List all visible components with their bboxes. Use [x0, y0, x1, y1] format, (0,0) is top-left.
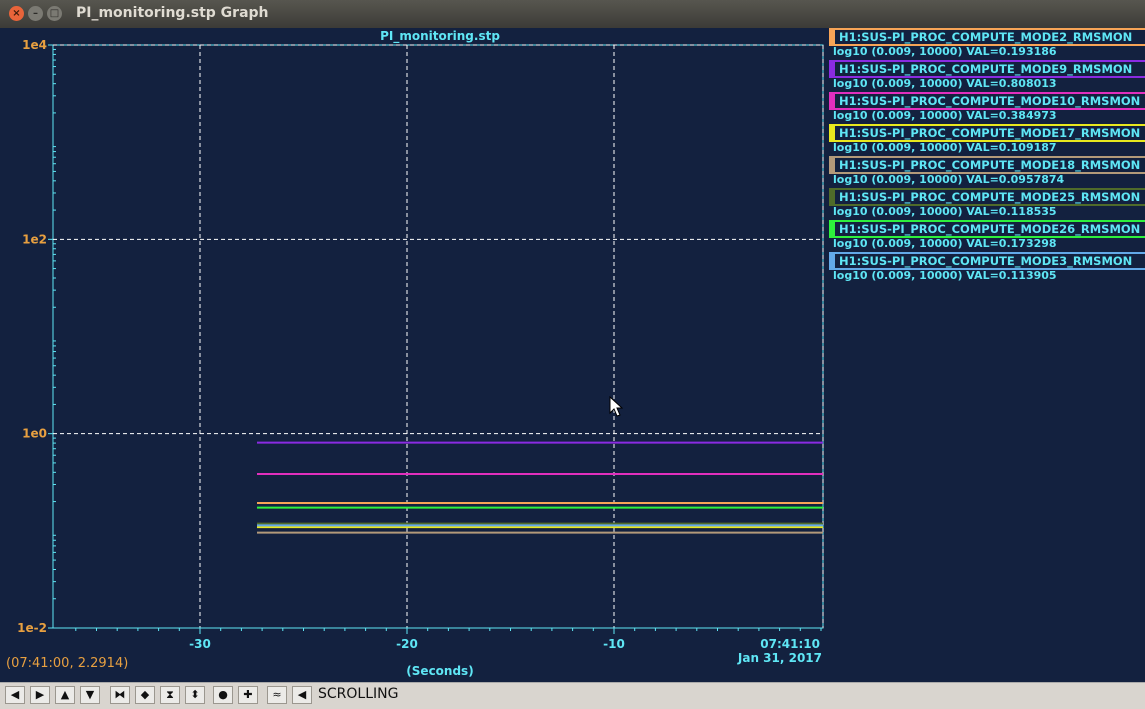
legend-series-name[interactable]: H1:SUS-PI_PROC_COMPUTE_MODE10_RMSMON: [829, 92, 1145, 110]
legend-series-name[interactable]: H1:SUS-PI_PROC_COMPUTE_MODE18_RMSMON: [829, 156, 1145, 174]
minimize-icon[interactable]: –: [28, 6, 43, 21]
plot-area[interactable]: 1e4 1e2 1e0 1e-2 -30 -20 -10 PI_monitoring.stp 0…: [0, 28, 1145, 682]
legend-series-scale: log10 (0.009, 10000) VAL=0.118535: [833, 205, 1057, 218]
x-axis-label: (Seconds): [406, 664, 473, 678]
scroll-right-button[interactable]: ▶: [30, 686, 50, 704]
y-tick-label: 1e4: [22, 38, 47, 52]
close-icon[interactable]: ×: [9, 6, 24, 21]
y-tick-label: 1e0: [22, 427, 47, 441]
x-tick-label: -10: [603, 637, 625, 651]
y-tick-label: 1e-2: [17, 621, 47, 635]
legend-series-scale: log10 (0.009, 10000) VAL=0.113905: [833, 269, 1057, 282]
legend-entry[interactable]: H1:SUS-PI_PROC_COMPUTE_MODE17_RMSMON log1…: [828, 124, 1145, 156]
legend-entry[interactable]: H1:SUS-PI_PROC_COMPUTE_MODE9_RMSMON log10…: [828, 60, 1145, 92]
legend-entry[interactable]: H1:SUS-PI_PROC_COMPUTE_MODE18_RMSMON log1…: [828, 156, 1145, 188]
legend-entry[interactable]: H1:SUS-PI_PROC_COMPUTE_MODE10_RMSMON log1…: [828, 92, 1145, 124]
legend-series-scale: log10 (0.009, 10000) VAL=0.173298: [833, 237, 1057, 250]
legend-series-scale: log10 (0.009, 10000) VAL=0.193186: [833, 45, 1057, 58]
legend-series-name[interactable]: H1:SUS-PI_PROC_COMPUTE_MODE17_RMSMON: [829, 124, 1145, 142]
date-label: Jan 31, 2017: [737, 651, 822, 665]
legend-series-name[interactable]: H1:SUS-PI_PROC_COMPUTE_MODE2_RMSMON: [829, 28, 1145, 46]
scroll-down-button[interactable]: ▼: [80, 686, 100, 704]
autoscale-button[interactable]: ≈: [267, 686, 287, 704]
status-label: SCROLLING: [318, 686, 399, 702]
reset-button[interactable]: ●: [213, 686, 233, 704]
expand-x-button[interactable]: ◆: [135, 686, 155, 704]
plot-title: PI_monitoring.stp: [380, 29, 500, 44]
add-button[interactable]: ✚: [238, 686, 258, 704]
title-bar: × – □ PI_monitoring.stp Graph: [0, 0, 1145, 28]
legend-series-scale: log10 (0.009, 10000) VAL=0.384973: [833, 109, 1057, 122]
legend-series-scale: log10 (0.009, 10000) VAL=0.109187: [833, 141, 1057, 154]
legend-series-scale: log10 (0.009, 10000) VAL=0.808013: [833, 77, 1057, 90]
mouse-pointer-icon: [609, 396, 623, 417]
legend-series-name[interactable]: H1:SUS-PI_PROC_COMPUTE_MODE25_RMSMON: [829, 188, 1145, 206]
x-tick-label: -30: [189, 637, 211, 651]
legend-entry[interactable]: H1:SUS-PI_PROC_COMPUTE_MODE3_RMSMON log10…: [828, 252, 1145, 284]
scroll-up-button[interactable]: ▲: [55, 686, 75, 704]
legend-series-name[interactable]: H1:SUS-PI_PROC_COMPUTE_MODE3_RMSMON: [829, 252, 1145, 270]
cursor-readout: (07:41:00, 2.2914): [6, 656, 129, 671]
legend-series-name[interactable]: H1:SUS-PI_PROC_COMPUTE_MODE9_RMSMON: [829, 60, 1145, 78]
legend-entry[interactable]: H1:SUS-PI_PROC_COMPUTE_MODE26_RMSMON log1…: [828, 220, 1145, 252]
expand-y-button[interactable]: ⬍: [185, 686, 205, 704]
pan-left-button[interactable]: ◀: [292, 686, 312, 704]
x-tick-label: -20: [396, 637, 418, 651]
time-label: 07:41:10: [760, 637, 820, 651]
maximize-icon[interactable]: □: [47, 6, 62, 21]
compress-y-button[interactable]: ⧗: [160, 686, 180, 704]
legend: H1:SUS-PI_PROC_COMPUTE_MODE2_RMSMON log10…: [828, 28, 1145, 284]
legend-entry[interactable]: H1:SUS-PI_PROC_COMPUTE_MODE25_RMSMON log1…: [828, 188, 1145, 220]
legend-series-scale: log10 (0.009, 10000) VAL=0.0957874: [833, 173, 1065, 186]
plot-frame: [52, 44, 824, 629]
legend-series-name[interactable]: H1:SUS-PI_PROC_COMPUTE_MODE26_RMSMON: [829, 220, 1145, 238]
compress-x-button[interactable]: ⧓: [110, 686, 130, 704]
scroll-left-button[interactable]: ◀: [5, 686, 25, 704]
y-tick-label: 1e2: [22, 232, 47, 246]
toolbar: SCROLLING ◀ ▶ ▲ ▼ ⧓ ◆ ⧗ ⬍ ● ✚ ≈ ◀: [0, 682, 1145, 709]
chart[interactable]: 1e4 1e2 1e0 1e-2 -30 -20 -10 PI_monitoring.stp 0…: [0, 28, 828, 682]
window-title: PI_monitoring.stp Graph: [76, 5, 269, 21]
legend-entry[interactable]: H1:SUS-PI_PROC_COMPUTE_MODE2_RMSMON log10…: [828, 28, 1145, 60]
